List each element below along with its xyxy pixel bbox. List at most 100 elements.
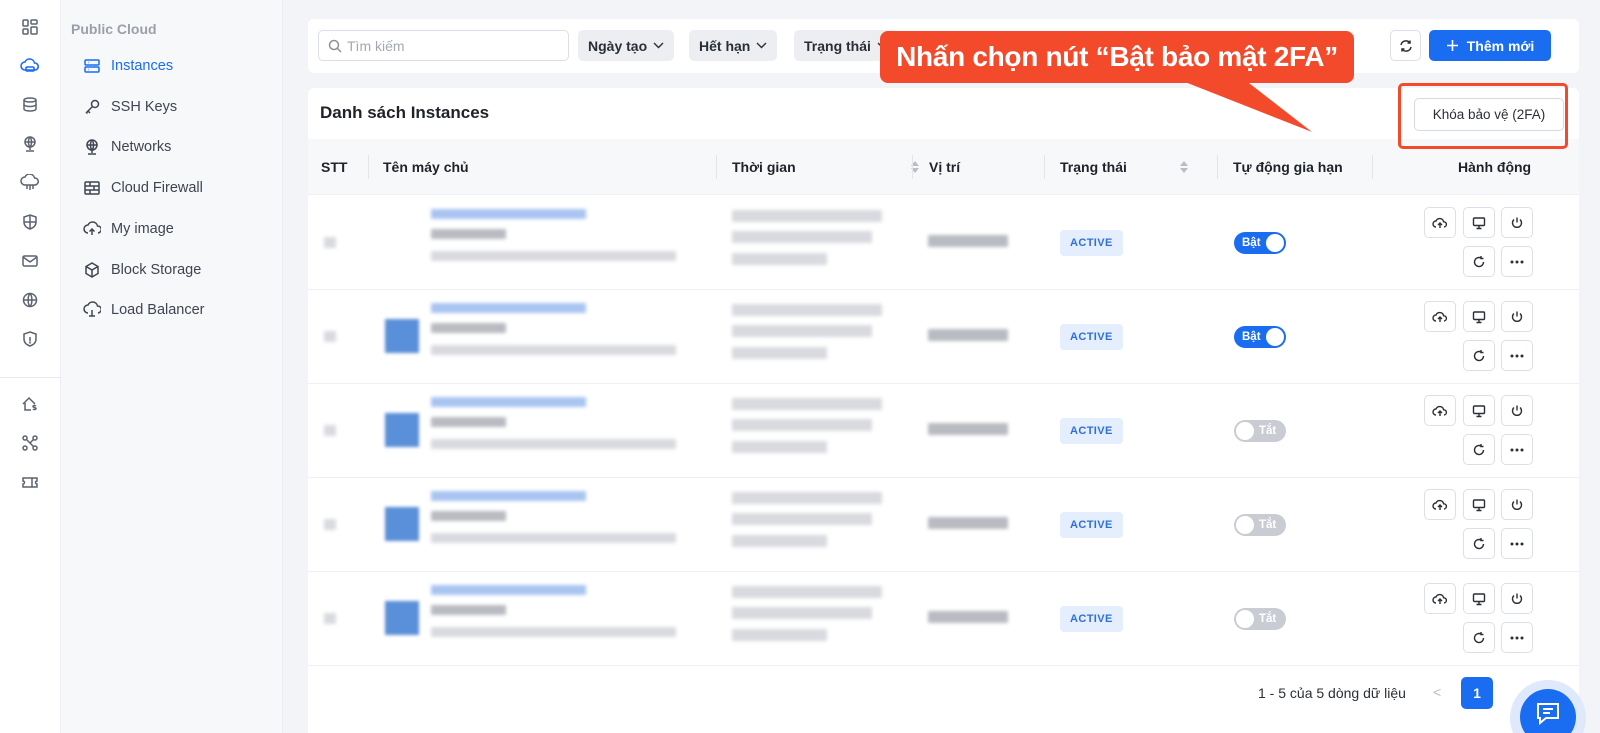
- redacted-text: [732, 325, 872, 337]
- sidebar-item-ssh-keys[interactable]: SSH Keys: [83, 94, 177, 120]
- auto-renew-toggle[interactable]: Tắt: [1234, 420, 1286, 442]
- restart-button[interactable]: [1463, 340, 1495, 371]
- redacted-text: [431, 585, 586, 595]
- redacted-text: [431, 439, 676, 449]
- restart-button[interactable]: [1463, 434, 1495, 465]
- more-options-button[interactable]: [1501, 434, 1533, 465]
- rail-divider: [0, 377, 61, 378]
- more-options-button[interactable]: [1501, 246, 1533, 277]
- power-icon: [1511, 405, 1523, 416]
- status-badge: ACTIVE: [1060, 512, 1123, 538]
- os-thumbnail: [385, 507, 419, 541]
- cloud-server-icon[interactable]: [10, 52, 50, 80]
- console-button[interactable]: [1463, 489, 1495, 520]
- mail-icon[interactable]: [10, 247, 50, 275]
- filter-expiry[interactable]: Hết hạn: [689, 30, 778, 61]
- cloud-upload-icon: [1432, 217, 1448, 228]
- console-button[interactable]: [1463, 583, 1495, 614]
- redacted-text: [324, 613, 336, 624]
- key-icon: [85, 99, 100, 115]
- monitor-icon: [1472, 498, 1486, 511]
- backup-button[interactable]: [1424, 583, 1456, 614]
- globe-icon[interactable]: [10, 286, 50, 314]
- backup-button[interactable]: [1424, 395, 1456, 426]
- search-box[interactable]: [318, 30, 569, 61]
- auto-renew-toggle[interactable]: Bật: [1234, 232, 1286, 254]
- backup-button[interactable]: [1424, 301, 1456, 332]
- sidebar-item-label: Load Balancer: [111, 302, 205, 318]
- more-options-button[interactable]: [1501, 340, 1533, 371]
- auto-renew-toggle[interactable]: Bật: [1234, 326, 1286, 348]
- redacted-text: [732, 231, 872, 243]
- chevron-down-icon: [756, 42, 767, 49]
- sidebar-item-block-storage[interactable]: Block Storage: [83, 257, 201, 283]
- restart-button[interactable]: [1463, 246, 1495, 277]
- sidebar-item-load-balancer[interactable]: Load Balancer: [83, 297, 205, 323]
- column-label: Thời gian: [732, 159, 796, 175]
- restart-icon: [1473, 537, 1485, 549]
- column-divider: [1217, 155, 1218, 179]
- auto-renew-toggle[interactable]: Tắt: [1234, 514, 1286, 536]
- power-button[interactable]: [1501, 207, 1533, 238]
- column-header-status[interactable]: Trạng thái: [1060, 139, 1188, 195]
- column-header-server-name: Tên máy chủ: [383, 159, 469, 175]
- highlight-box: [1398, 83, 1568, 149]
- redacted-text: [431, 491, 586, 501]
- toggle-label: Bật: [1242, 331, 1261, 343]
- console-button[interactable]: [1463, 207, 1495, 238]
- column-header-location: Vị trí: [929, 159, 961, 175]
- filter-created-date[interactable]: Ngày tạo: [578, 30, 675, 61]
- more-options-button[interactable]: [1501, 622, 1533, 653]
- filter-label: Trạng thái: [804, 37, 871, 54]
- redacted-text: [732, 535, 827, 547]
- icon-rail: [0, 0, 61, 733]
- sidebar-item-instances[interactable]: Instances: [83, 53, 173, 79]
- power-button[interactable]: [1501, 583, 1533, 614]
- power-icon: [1511, 217, 1523, 228]
- toggle-knob: [1236, 610, 1254, 628]
- dashboard-icon[interactable]: [10, 13, 50, 41]
- redacted-text: [324, 237, 336, 248]
- redacted-text: [928, 235, 1008, 247]
- restart-button[interactable]: [1463, 622, 1495, 653]
- home-billing-icon[interactable]: [10, 390, 50, 418]
- table-row: ACTIVE Bật: [308, 289, 1579, 384]
- pagination-prev-button[interactable]: <: [1433, 684, 1441, 700]
- sidebar-item-networks[interactable]: Networks: [83, 134, 171, 160]
- toggle-knob: [1266, 234, 1284, 252]
- filter-label: Ngày tạo: [588, 37, 648, 54]
- console-button[interactable]: [1463, 395, 1495, 426]
- cloud-network-icon[interactable]: [10, 169, 50, 197]
- sidebar-item-my-image[interactable]: My image: [83, 216, 174, 242]
- instances-panel: Danh sách Instances Khóa bảo vệ (2FA) ST…: [308, 88, 1579, 733]
- auto-renew-toggle[interactable]: Tắt: [1234, 608, 1286, 630]
- pagination-page-1[interactable]: 1: [1461, 677, 1493, 709]
- console-button[interactable]: [1463, 301, 1495, 332]
- integration-icon[interactable]: [10, 429, 50, 457]
- power-button[interactable]: [1501, 395, 1533, 426]
- os-thumbnail: [385, 601, 419, 635]
- redacted-text: [928, 329, 1008, 341]
- refresh-button[interactable]: [1390, 30, 1421, 61]
- backup-button[interactable]: [1424, 489, 1456, 520]
- restart-icon: [1473, 349, 1485, 361]
- restart-button[interactable]: [1463, 528, 1495, 559]
- ticket-icon[interactable]: [10, 468, 50, 496]
- more-options-button[interactable]: [1501, 528, 1533, 559]
- column-header-auto-renew: Tự động gia hạn: [1233, 159, 1343, 175]
- security-shield-icon[interactable]: [10, 325, 50, 353]
- add-new-button[interactable]: Thêm mới: [1429, 30, 1551, 61]
- sort-icon[interactable]: [1179, 161, 1188, 173]
- search-input[interactable]: [347, 37, 547, 54]
- monitor-icon: [1472, 310, 1486, 323]
- column-header-time[interactable]: Thời gian: [732, 139, 919, 195]
- storage-bucket-icon[interactable]: [10, 91, 50, 119]
- shield-globe-icon[interactable]: [10, 208, 50, 236]
- backup-button[interactable]: [1424, 207, 1456, 238]
- power-button[interactable]: [1501, 489, 1533, 520]
- network-globe-icon[interactable]: [10, 130, 50, 158]
- sidebar-item-cloud-firewall[interactable]: Cloud Firewall: [83, 175, 203, 201]
- table-row: ACTIVE Tắt: [308, 571, 1579, 666]
- redacted-text: [732, 586, 882, 598]
- power-button[interactable]: [1501, 301, 1533, 332]
